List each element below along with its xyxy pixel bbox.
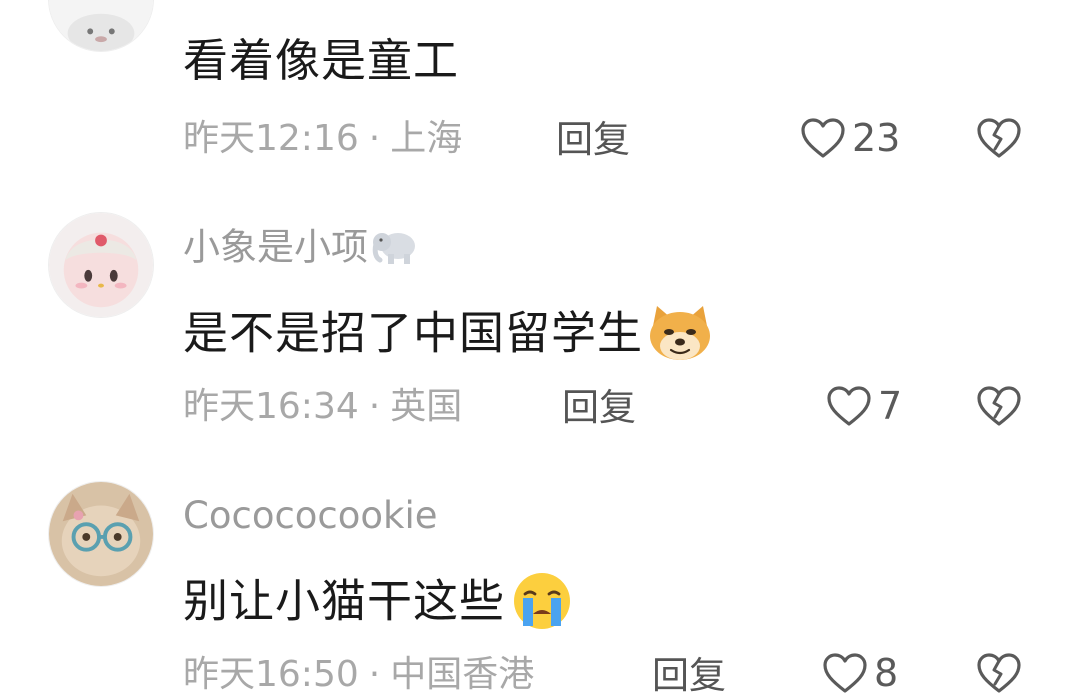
- broken-heart-icon: [977, 386, 1021, 426]
- like-button[interactable]: 8: [822, 652, 898, 694]
- avatar-image: [49, 482, 153, 586]
- username[interactable]: 小象是小项: [183, 226, 420, 272]
- elephant-icon: [372, 226, 420, 272]
- comment-text: 别让小猫干这些: [183, 570, 577, 639]
- like-button[interactable]: 7: [826, 385, 902, 427]
- avatar-image: [49, 0, 153, 51]
- heart-outline-icon: [823, 653, 867, 693]
- reply-button[interactable]: 回复: [556, 121, 630, 158]
- comment-time: 昨天16:50: [183, 654, 359, 695]
- like-count: 23: [852, 116, 901, 160]
- comment-time: 昨天16:34: [183, 386, 359, 427]
- avatar[interactable]: [48, 212, 154, 318]
- comment-meta: 昨天16:50 · 中国香港: [183, 654, 535, 695]
- comment-time: 昨天12:16: [183, 118, 359, 159]
- dislike-button[interactable]: [976, 652, 1022, 694]
- broken-heart-icon: [977, 118, 1021, 158]
- like-count: 7: [878, 384, 903, 428]
- reply-button[interactable]: 回复: [652, 657, 726, 694]
- broken-heart-icon: [977, 653, 1021, 693]
- avatar[interactable]: [48, 481, 154, 587]
- comment-location: 英国: [390, 386, 463, 427]
- comment-meta: 昨天12:16 · 上海: [183, 118, 463, 159]
- like-count: 8: [874, 651, 899, 695]
- dislike-button[interactable]: [976, 385, 1022, 427]
- comment-text: 看着像是童工: [183, 34, 460, 87]
- comment-text: 是不是招了中国留学生: [183, 302, 715, 371]
- heart-outline-icon: [827, 386, 871, 426]
- comment-meta: 昨天16:34 · 英国: [183, 386, 463, 427]
- comment-location: 中国香港: [390, 654, 535, 695]
- avatar-image: [49, 213, 153, 317]
- reply-button[interactable]: 回复: [562, 389, 636, 426]
- crying-face-emoji-icon: [507, 570, 577, 639]
- username[interactable]: Cocococookie: [183, 497, 438, 534]
- dislike-button[interactable]: [976, 117, 1022, 159]
- comment-location: 上海: [390, 118, 463, 159]
- heart-outline-icon: [801, 118, 845, 158]
- doge-emoji-icon: [645, 302, 715, 371]
- like-button[interactable]: 23: [800, 117, 900, 159]
- avatar[interactable]: [48, 0, 154, 52]
